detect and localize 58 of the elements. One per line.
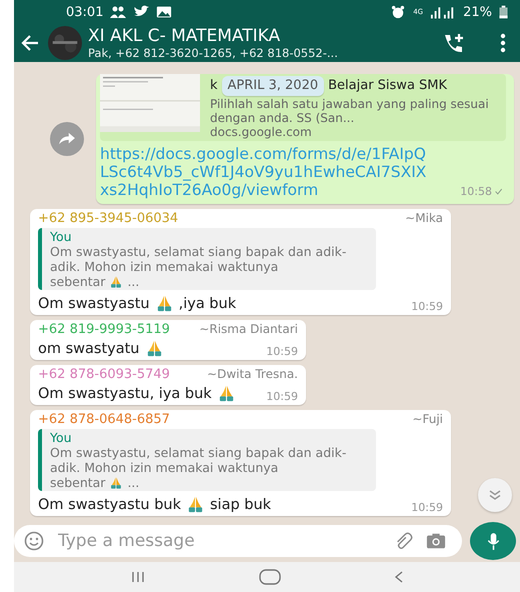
message-time: 10:58 xyxy=(460,185,492,198)
clock-text: 03:01 xyxy=(66,4,104,20)
message-text: sebentar xyxy=(50,475,106,490)
quote-author: You xyxy=(50,430,72,445)
message-time: 10:59 xyxy=(266,390,298,403)
forward-icon xyxy=(58,132,76,146)
link-preview[interactable]: k APRIL 3, 2020 Belajar Siswa SMK Pilihlah salah satu jawaban yang paling sesuai dengan anda. SS (San... docs.google.com xyxy=(100,74,506,141)
camera-icon[interactable] xyxy=(426,531,446,551)
message-text: ... xyxy=(127,274,140,289)
message-field[interactable]: Type a message xyxy=(14,525,462,557)
group-title[interactable]: XI AKL C- MATEMATIKA xyxy=(88,26,434,46)
sender-number: +62 895-3945-06034 xyxy=(38,211,178,226)
url-link[interactable]: https://docs.google.com/forms/d/e/1FAIpQLSc6t4Vb5_cWf1J4oV9yu1hEwheCAI7SXIXxs2HqhIoT26Ao0g/viewform xyxy=(100,145,430,199)
battery-icon xyxy=(499,5,508,19)
message-text: sebentar xyxy=(50,274,106,289)
home-icon[interactable] xyxy=(258,569,281,585)
scroll-down-button[interactable] xyxy=(478,478,512,512)
message-text: Om swastyastu, iya buk xyxy=(38,386,212,402)
battery-text: 21% xyxy=(463,4,492,20)
message-time: 10:59 xyxy=(266,345,298,358)
message-text: Om swastyastu xyxy=(38,296,150,312)
forward-button[interactable] xyxy=(50,122,84,156)
message-text: siap buk xyxy=(210,496,272,512)
menu-icon[interactable] xyxy=(498,31,508,55)
preview-domain: docs.google.com xyxy=(210,125,313,139)
back-icon[interactable] xyxy=(394,570,404,584)
sender-name: ~Mika xyxy=(405,211,443,226)
sender-number: +62 878-6093-5749 xyxy=(38,367,170,382)
sender-name: ~Risma Diantari xyxy=(199,322,298,337)
preview-title: k xyxy=(210,79,218,93)
sender-name: ~Fuji xyxy=(412,412,443,427)
message-text: ... xyxy=(127,475,140,490)
quoted-message[interactable]: You Om swastyastu, selamat siang bapak dan adik-adik. Mohon izin memakai waktunya sebentar ... xyxy=(38,429,376,491)
people-icon xyxy=(110,5,126,19)
sender-number: +62 819-9993-5119 xyxy=(38,322,170,337)
microphone-button[interactable] xyxy=(470,522,516,560)
emoji-icon[interactable] xyxy=(24,531,44,551)
folded-hands-icon xyxy=(109,476,124,490)
quoted-message[interactable]: You Om swastyastu, selamat siang bapak dan adik-adik. Mohon izin memakai waktunya sebentar ... xyxy=(38,228,376,290)
preview-title: Belajar Siswa SMK xyxy=(328,79,448,93)
sender-name: ~Dwita Tresna. xyxy=(207,367,298,382)
preview-description: Pilihlah salah satu jawaban yang paling sesuai dengan anda. SS (San... xyxy=(210,97,490,125)
recent-apps-icon[interactable] xyxy=(130,570,146,584)
message-time: 10:59 xyxy=(411,300,443,313)
microphone-icon xyxy=(486,532,500,550)
sender-number: +62 878-0648-6857 xyxy=(38,412,170,427)
group-avatar[interactable] xyxy=(48,26,82,60)
bird-icon xyxy=(133,5,150,19)
members-text: Pak, +62 812-3620-1265, +62 818-0552-... xyxy=(88,46,339,60)
message-text: om swastyatu xyxy=(38,340,140,356)
image-icon xyxy=(156,5,172,19)
chevrons-down-icon xyxy=(488,489,502,501)
message-time: 10:59 xyxy=(411,501,443,514)
message-text: Om swastyastu buk xyxy=(38,496,181,512)
message-text: ,iya buk xyxy=(178,296,236,312)
quote-author: You xyxy=(50,229,72,244)
date-chip: APRIL 3, 2020 xyxy=(222,76,324,96)
folded-hands-icon xyxy=(109,274,124,288)
